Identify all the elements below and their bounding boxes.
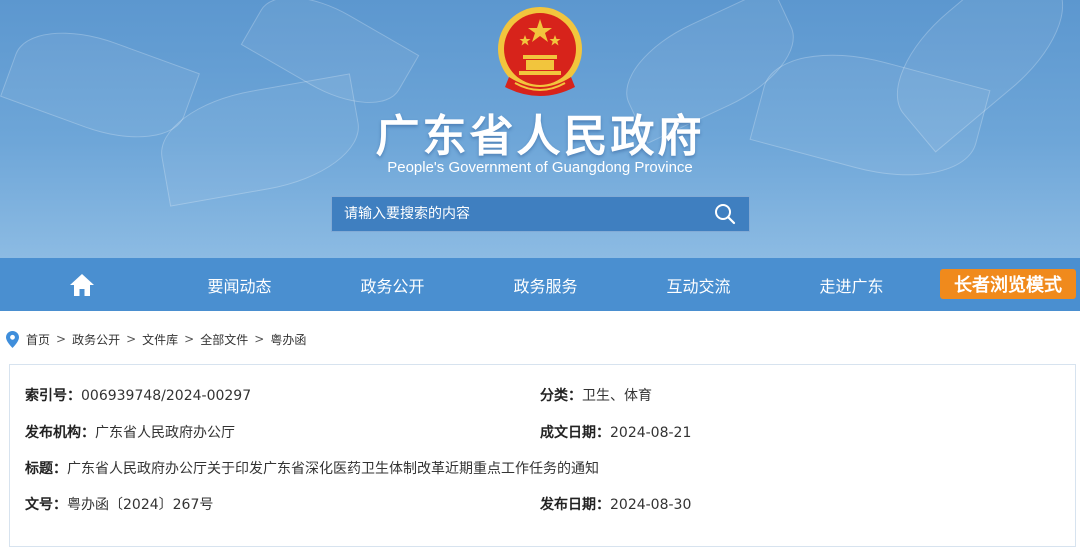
breadcrumb-separator: > bbox=[184, 332, 195, 346]
nav-item-news[interactable]: 要闻动态 bbox=[163, 258, 316, 311]
publish-date-value: 2024-08-30 bbox=[610, 497, 692, 513]
breadcrumb-item-home[interactable]: 首页 bbox=[26, 331, 50, 348]
breadcrumb-item-all-files[interactable]: 全部文件 bbox=[200, 331, 248, 348]
search-button[interactable] bbox=[701, 197, 749, 231]
nav-home-button[interactable] bbox=[0, 258, 163, 311]
doc-number-row: 文号：粤办函〔2024〕267号 bbox=[25, 494, 213, 514]
index-number-value: 006939748/2024-00297 bbox=[81, 388, 252, 404]
doc-number-label: 文号： bbox=[25, 497, 67, 513]
breadcrumb-item-file-library[interactable]: 文件库 bbox=[142, 331, 178, 348]
nav-item-interaction[interactable]: 互动交流 bbox=[622, 258, 775, 311]
search-bar bbox=[331, 196, 750, 232]
home-icon bbox=[69, 273, 94, 296]
title-row: 标题：广东省人民政府办公厅关于印发广东省深化医药卫生体制改革近期重点工作任务的通… bbox=[25, 458, 599, 478]
created-date-value: 2024-08-21 bbox=[610, 425, 692, 441]
category-row: 分类：卫生、体育 bbox=[540, 385, 652, 405]
publish-date-row: 发布日期：2024-08-30 bbox=[540, 494, 691, 514]
search-icon bbox=[715, 204, 736, 225]
document-info-panel: 索引号：006939748/2024-00297 分类：卫生、体育 发布机构：广… bbox=[9, 364, 1076, 547]
issuer-row: 发布机构：广东省人民政府办公厅 bbox=[25, 422, 235, 442]
created-date-row: 成文日期：2024-08-21 bbox=[540, 422, 691, 442]
created-date-label: 成文日期： bbox=[540, 425, 610, 441]
header-banner: 广东省人民政府 People's Government of Guangdong… bbox=[0, 0, 1080, 258]
title-label: 标题： bbox=[25, 461, 67, 477]
nav-item-gov-services[interactable]: 政务服务 bbox=[469, 258, 622, 311]
issuer-label: 发布机构： bbox=[25, 425, 95, 441]
index-number-label: 索引号： bbox=[25, 388, 81, 404]
search-input[interactable] bbox=[332, 197, 701, 231]
location-pin-icon bbox=[6, 330, 19, 348]
site-title: 广东省人民政府 bbox=[375, 111, 705, 162]
category-value: 卫生、体育 bbox=[582, 388, 652, 404]
doc-number-value: 粤办函〔2024〕267号 bbox=[67, 497, 214, 513]
breadcrumb-separator: > bbox=[56, 332, 67, 346]
issuer-value: 广东省人民政府办公厅 bbox=[95, 425, 235, 441]
index-number-row: 索引号：006939748/2024-00297 bbox=[25, 385, 251, 405]
breadcrumb-separator: > bbox=[254, 332, 265, 346]
title-value: 广东省人民政府办公厅关于印发广东省深化医药卫生体制改革近期重点工作任务的通知 bbox=[67, 461, 599, 477]
national-emblem-icon bbox=[498, 7, 582, 96]
elder-mode-button[interactable]: 长者浏览模式 bbox=[940, 269, 1076, 299]
site-subtitle: People's Government of Guangdong Provinc… bbox=[387, 159, 693, 176]
breadcrumb-separator: > bbox=[126, 332, 137, 346]
breadcrumb-item-current[interactable]: 粤办函 bbox=[270, 331, 306, 348]
category-label: 分类： bbox=[540, 388, 582, 404]
breadcrumb: 首页 > 政务公开 > 文件库 > 全部文件 > 粤办函 bbox=[6, 330, 306, 348]
breadcrumb-item-gov-affairs-public[interactable]: 政务公开 bbox=[72, 331, 120, 348]
nav-item-gov-affairs-public[interactable]: 政务公开 bbox=[316, 258, 469, 311]
main-nav: 要闻动态 政务公开 政务服务 互动交流 走进广东 长者浏览模式 bbox=[0, 258, 1080, 311]
publish-date-label: 发布日期： bbox=[540, 497, 610, 513]
nav-item-about-guangdong[interactable]: 走进广东 bbox=[775, 258, 928, 311]
